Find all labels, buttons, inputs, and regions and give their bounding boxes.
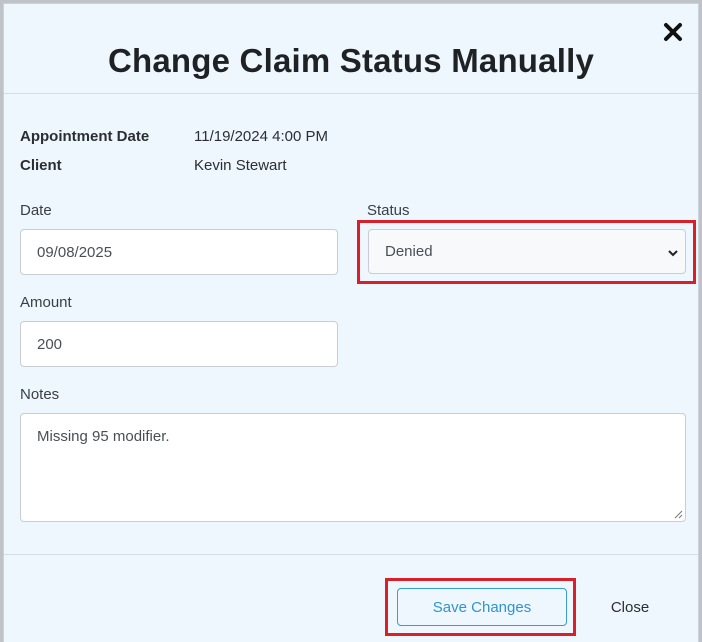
- date-label: Date: [20, 202, 52, 219]
- status-select[interactable]: Denied: [368, 229, 686, 274]
- save-changes-button[interactable]: Save Changes: [397, 588, 567, 626]
- appointment-date-value: 11/19/2024 4:00 PM: [194, 128, 328, 145]
- status-label: Status: [367, 202, 410, 219]
- footer-divider: [4, 554, 698, 555]
- status-select-value: Denied: [385, 243, 433, 260]
- client-value: Kevin Stewart: [194, 157, 287, 174]
- resize-grip-icon[interactable]: [674, 510, 683, 519]
- amount-input-value: 200: [37, 335, 63, 353]
- change-claim-status-modal: Change Claim Status Manually Appointment…: [3, 3, 699, 642]
- notes-label: Notes: [20, 386, 60, 403]
- date-input-value: 09/08/2025: [37, 243, 113, 261]
- notes-textarea-value: Missing 95 modifier.: [37, 428, 170, 445]
- modal-header: Change Claim Status Manually: [4, 4, 698, 94]
- client-label: Client: [20, 157, 62, 174]
- close-button[interactable]: Close: [592, 588, 668, 626]
- notes-textarea[interactable]: Missing 95 modifier.: [20, 413, 686, 522]
- modal-title: Change Claim Status Manually: [107, 42, 595, 79]
- amount-label: Amount: [20, 294, 72, 311]
- amount-input[interactable]: 200: [20, 321, 338, 367]
- close-x-icon[interactable]: [662, 21, 684, 43]
- appointment-date-label: Appointment Date: [20, 128, 150, 145]
- chevron-down-icon: [668, 250, 678, 257]
- date-input[interactable]: 09/08/2025: [20, 229, 338, 275]
